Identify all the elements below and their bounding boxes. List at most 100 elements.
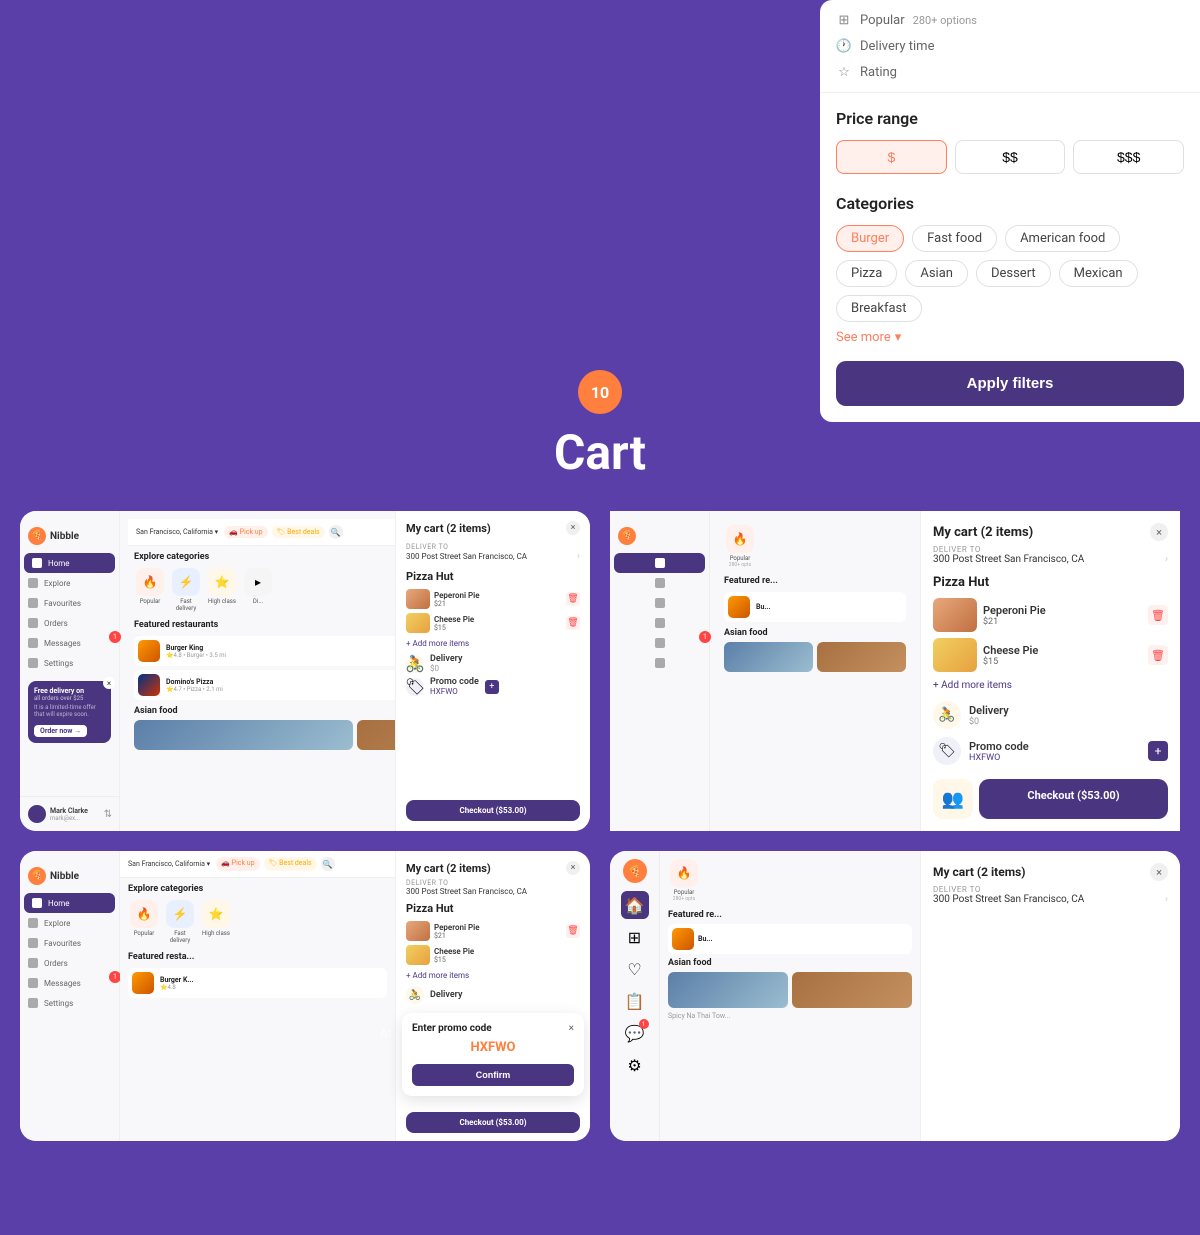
cat-high-1[interactable]: ⭐ High class (206, 568, 238, 612)
nav-fav-2[interactable] (610, 593, 709, 613)
promo-confirm-btn-3[interactable]: Confirm (412, 1064, 574, 1086)
category-burger[interactable]: Burger (836, 225, 904, 252)
search-icon-1[interactable]: 🔍 (329, 525, 343, 539)
price-btn-low[interactable]: $ (836, 140, 947, 174)
category-asian[interactable]: Asian (905, 260, 968, 287)
deliver-label-4: DELIVER TO (933, 885, 1168, 894)
nav-explore-2[interactable] (610, 573, 709, 593)
cheese-delete-1[interactable]: 🗑 (566, 616, 580, 630)
category-tags-2: Breakfast (836, 295, 1184, 322)
popular-label-4: Popular (668, 889, 700, 896)
category-mexican[interactable]: Mexican (1059, 260, 1138, 287)
cat-grid-4: 🔥 Popular 280+ opts (668, 859, 912, 902)
mini-cart-title-1: My cart (2 items) (406, 522, 491, 535)
price-btn-high[interactable]: $$$ (1073, 140, 1184, 174)
cat-fast-3[interactable]: ⚡ Fast delivery (164, 900, 196, 944)
category-dessert[interactable]: Dessert (976, 260, 1051, 287)
promo-plus-big-2[interactable]: + (1148, 741, 1168, 761)
nav-messages-1[interactable]: Messages 1 (20, 633, 119, 653)
nav-settings-1[interactable]: Settings (20, 653, 119, 673)
settings-icon-2 (655, 658, 665, 668)
big-close-4[interactable]: × (1150, 863, 1168, 881)
add-more-1[interactable]: + Add more items (406, 639, 580, 648)
nav-explore-1[interactable]: Explore (20, 573, 119, 593)
nibble-icon-4: 🍕 (623, 859, 647, 883)
popular-icon-3: 🔥 (130, 900, 158, 928)
promo-plus-1[interactable]: + (485, 680, 499, 694)
cart-section: 10 Cart 🍕 Nibble Home Exp (0, 370, 1200, 1141)
cat-high-3[interactable]: ⭐ High class (200, 900, 232, 944)
rest-row-2: Bu... (724, 592, 906, 622)
nibble-icon-1: 🍕 (28, 527, 46, 545)
cart-close-3[interactable]: × (566, 861, 580, 875)
big-address-4: 300 Post Street San Francisco, CA › (933, 894, 1168, 905)
cheese-name-big-2: Cheese Pie (983, 644, 1142, 657)
promo-row-1: 🏷 Promo code HXFWO + (406, 677, 580, 696)
mini-cart-panel-1: My cart (2 items) × DELIVER TO 300 Post … (395, 511, 590, 831)
at-label: At : (380, 1026, 398, 1040)
category-breakfast[interactable]: Breakfast (836, 295, 922, 322)
categories-title: Categories (836, 194, 1184, 213)
promo-popup-close-3[interactable]: × (569, 1023, 574, 1034)
cat-more-1[interactable]: ▸ Di... (242, 568, 274, 612)
order-now-btn-1[interactable]: Order now → (34, 725, 87, 737)
featured-title-2: Featured re... (724, 576, 906, 586)
cheese-img-big-2 (933, 638, 977, 672)
pepperoni-delete-3[interactable]: 🗑 (566, 924, 580, 938)
pepperoni-delete-big-2[interactable]: 🗑 (1148, 605, 1168, 625)
nav-home-3[interactable]: Home (24, 893, 115, 913)
nav-messages-2[interactable]: 1 (610, 633, 709, 653)
settings-icon-1 (28, 658, 38, 668)
checkout-row-1: Checkout ($53.00) (406, 800, 580, 821)
checkout-btn-2[interactable]: Checkout ($53.00) (979, 779, 1168, 819)
cart-card-1: 🍕 Nibble Home Explore Favourites (20, 511, 590, 831)
popular-cat-label-1: Popular (134, 598, 166, 605)
cat-popular-2[interactable]: 🔥 Popular 280+ opts (724, 525, 756, 568)
cheese-info-1: Cheese Pie $15 (434, 615, 562, 632)
nav-orders-1[interactable]: Orders (20, 613, 119, 633)
promo-popup-title-3: Enter promo code (412, 1023, 492, 1034)
search-icon-3[interactable]: 🔍 (321, 857, 335, 871)
popular-cat-icon-1: 🔥 (136, 568, 164, 596)
mini-topbar-3: San Francisco, California ▾ 🚗 Pick up 🏷 … (120, 851, 395, 878)
big-deliver-label-2: DELIVER TO (933, 545, 1168, 554)
home-icon-1 (32, 558, 42, 568)
rest-name-3: Pizza Hut (406, 902, 580, 915)
nav-home-2[interactable] (614, 553, 705, 573)
nibble-logo-2: 🍕 (610, 519, 709, 553)
user-menu-btn-1[interactable]: ⇅ (104, 809, 112, 820)
delivery-price-1: $0 (430, 664, 462, 673)
location-3: San Francisco, California ▾ (128, 860, 210, 868)
category-american-food[interactable]: American food (1005, 225, 1120, 252)
nav-explore-3[interactable]: Explore (20, 913, 119, 933)
mini-rest-name-1: Pizza Hut (406, 570, 580, 583)
delivery-price-big-2: $0 (969, 717, 1168, 727)
see-more[interactable]: See more ▾ (836, 330, 1184, 345)
cat-popular-4[interactable]: 🔥 Popular 280+ opts (668, 859, 700, 902)
pepperoni-price-1: $21 (434, 600, 562, 608)
cat-popular-3[interactable]: 🔥 Popular (128, 900, 160, 944)
promo-label-1: Promo code (430, 677, 479, 687)
category-fast-food[interactable]: Fast food (912, 225, 997, 252)
pepperoni-delete-1[interactable]: 🗑 (566, 592, 580, 606)
price-btn-mid[interactable]: $$ (955, 140, 1066, 174)
cheese-delete-big-2[interactable]: 🗑 (1148, 645, 1168, 665)
banner-close-1[interactable]: × (103, 677, 115, 689)
banner-text-1: Free delivery on (34, 687, 105, 695)
rating-filter-row: ☆ Rating (836, 64, 1184, 80)
nav-settings-2[interactable] (610, 653, 709, 673)
explore-icon-2 (655, 578, 665, 588)
nav-home-1[interactable]: Home (24, 553, 115, 573)
people-btn-2[interactable]: 👥 (933, 779, 973, 819)
category-pizza[interactable]: Pizza (836, 260, 897, 287)
cat-popular-1[interactable]: 🔥 Popular (134, 568, 166, 612)
cat-fast-1[interactable]: ⚡ Fast delivery (170, 568, 202, 612)
nav-orders-2[interactable] (610, 613, 709, 633)
featured-title-4: Featured re... (668, 910, 912, 920)
add-more-big-2[interactable]: + Add more items (933, 680, 1168, 691)
mini-close-1[interactable]: × (566, 521, 580, 535)
checkout-btn-1[interactable]: Checkout ($53.00) (406, 800, 580, 821)
home-btn-4[interactable]: 🏠 (621, 891, 649, 919)
big-close-2[interactable]: × (1150, 523, 1168, 541)
nav-fav-1[interactable]: Favourites (20, 593, 119, 613)
